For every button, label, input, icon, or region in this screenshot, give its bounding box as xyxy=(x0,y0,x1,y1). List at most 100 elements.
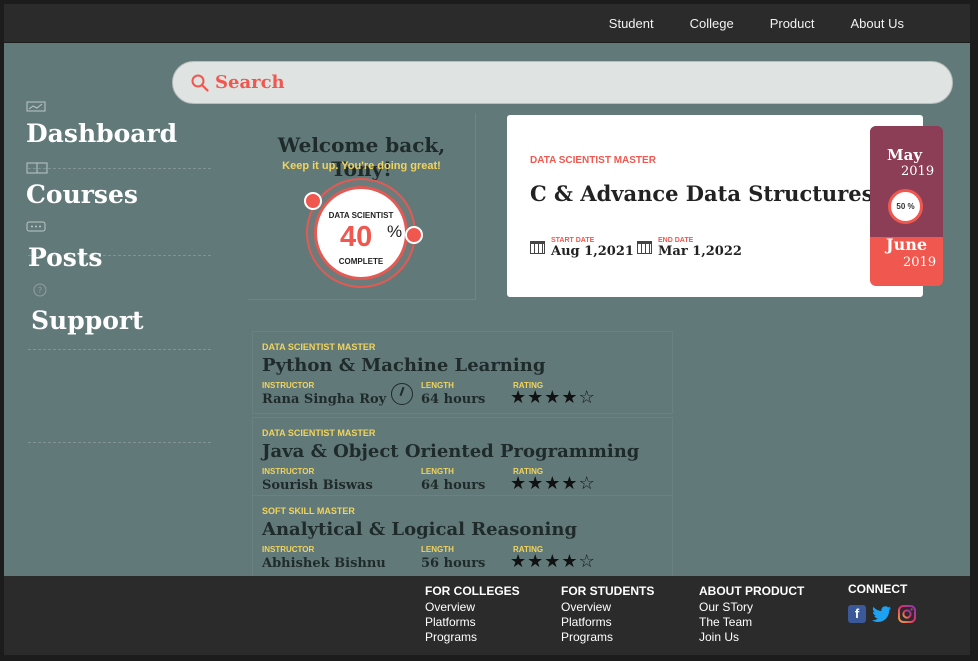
star-filled-icon: ★ xyxy=(544,473,562,493)
nav-about-us[interactable]: About Us xyxy=(851,16,904,31)
instructor-label: INSTRUCTOR xyxy=(262,381,315,390)
course-tag: DATA SCIENTIST MASTER xyxy=(262,342,376,352)
main-panel: Search Dashboard Courses Posts ? Support… xyxy=(4,43,970,576)
rating-stars: ★★★★☆ xyxy=(510,473,596,494)
star-empty-icon: ☆ xyxy=(578,387,596,407)
sidebar-item-support[interactable]: Support xyxy=(31,306,144,335)
progress-percent: 40 xyxy=(340,221,373,253)
footer-heading: ABOUT PRODUCT xyxy=(699,584,805,598)
length-label: LENGTH xyxy=(421,545,454,554)
footer-link-platforms[interactable]: Platforms xyxy=(425,615,520,630)
sidebar-item-courses[interactable]: Courses xyxy=(26,180,138,209)
instructor-name: Rana Singha Roy xyxy=(262,392,387,407)
start-date: START DATE Aug 1,2021 xyxy=(530,237,634,259)
end-date: END DATE Mar 1,2022 xyxy=(637,237,742,259)
featured-course-title: C & Advance Data Structures xyxy=(530,181,874,206)
footer-link-join-us[interactable]: Join Us xyxy=(699,630,804,645)
star-empty-icon: ☆ xyxy=(578,551,596,571)
clock-icon xyxy=(391,383,413,405)
footer-connect: CONNECT f xyxy=(848,582,916,623)
instructor-label: INSTRUCTOR xyxy=(262,545,315,554)
start-month: May xyxy=(887,146,923,164)
length-label: LENGTH xyxy=(421,381,454,390)
footer-link-programs[interactable]: Programs xyxy=(561,630,654,645)
welcome-subtitle: Keep it up. You're doing great! xyxy=(282,160,441,172)
instructor-name: Sourish Biswas xyxy=(262,478,373,493)
course-tag: SOFT SKILL MASTER xyxy=(262,506,355,516)
rating-stars: ★★★★☆ xyxy=(510,551,596,572)
footer-colleges: FOR COLLEGES Overview Platforms Programs xyxy=(425,584,520,645)
footer-link-the-team[interactable]: The Team xyxy=(699,615,804,630)
instagram-icon[interactable] xyxy=(898,605,916,623)
sidebar-divider xyxy=(28,349,211,350)
top-nav-bar: Student College Product About Us xyxy=(4,4,970,42)
course-title: Java & Object Oriented Programming xyxy=(262,441,640,462)
featured-course-card[interactable]: DATA SCIENTIST MASTER C & Advance Data S… xyxy=(507,115,923,297)
end-year: 2019 xyxy=(903,255,937,270)
welcome-panel: Welcome back, Tony! Keep it up. You're d… xyxy=(248,113,476,300)
progress-ring-status: COMPLETE xyxy=(338,257,384,266)
length-label: LENGTH xyxy=(421,467,454,476)
start-date-value: Aug 1,2021 xyxy=(551,244,634,259)
course-item[interactable]: DATA SCIENTIST MASTER Python & Machine L… xyxy=(252,331,673,414)
progress-start-handle xyxy=(304,192,322,210)
star-filled-icon: ★ xyxy=(510,473,528,493)
chat-icon xyxy=(26,221,46,232)
star-filled-icon: ★ xyxy=(510,551,528,571)
welcome-title: Welcome back, Tony! xyxy=(277,133,446,181)
progress-end-handle xyxy=(405,226,423,244)
calendar-icon xyxy=(530,241,545,254)
sidebar-divider xyxy=(28,442,211,443)
sidebar-divider xyxy=(28,168,211,169)
facebook-icon[interactable]: f xyxy=(848,605,866,623)
course-length: 64 hours xyxy=(421,478,486,493)
footer-link-overview[interactable]: Overview xyxy=(425,600,520,615)
progress-ring-face: DATA SCIENTIST 40 % COMPLETE xyxy=(314,186,408,280)
course-item[interactable]: DATA SCIENTIST MASTER Java & Object Orie… xyxy=(252,417,673,500)
course-length: 64 hours xyxy=(421,392,486,407)
progress-percent-sign: % xyxy=(387,222,403,241)
help-icon: ? xyxy=(33,283,47,297)
featured-course-tag: DATA SCIENTIST MASTER xyxy=(530,155,656,166)
footer-heading: CONNECT xyxy=(848,582,908,596)
instructor-label: INSTRUCTOR xyxy=(262,467,315,476)
star-filled-icon: ★ xyxy=(561,387,579,407)
progress-ring-label: DATA SCIENTIST xyxy=(328,211,394,220)
instructor-name: Abhishek Bishnu xyxy=(262,556,386,571)
start-date-label: START DATE xyxy=(551,237,595,244)
star-filled-icon: ★ xyxy=(527,387,545,407)
course-title: Python & Machine Learning xyxy=(262,355,546,376)
search-input[interactable]: Search xyxy=(172,61,953,104)
course-length: 56 hours xyxy=(421,556,486,571)
star-filled-icon: ★ xyxy=(544,387,562,407)
nav-student[interactable]: Student xyxy=(609,16,654,31)
chart-icon xyxy=(26,101,46,112)
nav-college[interactable]: College xyxy=(690,16,734,31)
course-item[interactable]: SOFT SKILL MASTER Analytical & Logical R… xyxy=(252,495,673,576)
footer-link-overview[interactable]: Overview xyxy=(561,600,654,615)
social-links: f xyxy=(848,605,916,623)
star-filled-icon: ★ xyxy=(544,551,562,571)
twitter-icon[interactable] xyxy=(872,605,892,623)
end-month: June xyxy=(886,235,928,254)
search-icon xyxy=(191,74,209,92)
progress-ring: DATA SCIENTIST 40 % COMPLETE xyxy=(304,178,423,288)
footer-link-programs[interactable]: Programs xyxy=(425,630,520,645)
footer-heading: FOR STUDENTS xyxy=(561,584,655,598)
book-icon xyxy=(26,162,48,174)
nav-product[interactable]: Product xyxy=(770,16,815,31)
footer-heading: FOR COLLEGES xyxy=(425,584,520,598)
footer: FOR COLLEGES Overview Platforms Programs… xyxy=(4,576,970,655)
footer-link-our-story[interactable]: Our STory xyxy=(699,600,804,615)
svg-text:?: ? xyxy=(38,286,42,295)
course-tag: DATA SCIENTIST MASTER xyxy=(262,428,376,438)
star-filled-icon: ★ xyxy=(527,473,545,493)
star-filled-icon: ★ xyxy=(510,387,528,407)
end-date-label: END DATE xyxy=(658,237,694,244)
footer-link-platforms[interactable]: Platforms xyxy=(561,615,654,630)
sidebar-item-dashboard[interactable]: Dashboard xyxy=(26,119,177,148)
rating-stars: ★★★★☆ xyxy=(510,387,596,408)
sidebar-item-posts[interactable]: Posts xyxy=(28,243,103,272)
calendar-icon xyxy=(637,241,652,254)
star-filled-icon: ★ xyxy=(561,551,579,571)
